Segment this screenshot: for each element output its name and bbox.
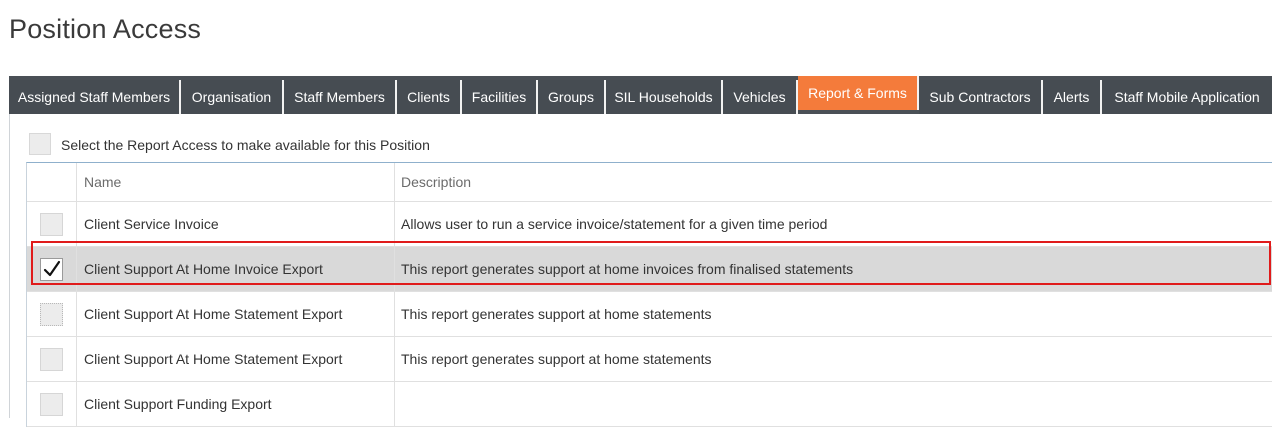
row-description: Allows user to run a service invoice/sta… bbox=[401, 216, 828, 232]
row-checkbox-cell bbox=[27, 337, 77, 381]
row-name: Client Support At Home Statement Export bbox=[77, 337, 395, 381]
row-name: Client Support Funding Export bbox=[77, 382, 395, 426]
tab-bar: Assigned Staff Members Organisation Staf… bbox=[9, 76, 1272, 114]
check-icon bbox=[43, 260, 60, 277]
table-row-selected[interactable]: Client Support At Home Invoice Export Th… bbox=[27, 247, 1272, 292]
tab-organisation[interactable]: Organisation bbox=[181, 80, 284, 114]
row-checkbox-cell bbox=[27, 202, 77, 246]
row-checkbox[interactable] bbox=[40, 212, 63, 236]
row-description: This report generates support at home st… bbox=[401, 351, 712, 367]
page-title: Position Access bbox=[9, 14, 202, 44]
tab-facilities[interactable]: Facilities bbox=[462, 80, 538, 114]
row-checkbox-cell bbox=[27, 247, 77, 291]
tab-alerts[interactable]: Alerts bbox=[1043, 80, 1102, 114]
row-checkbox[interactable] bbox=[40, 392, 63, 416]
row-description bbox=[395, 382, 1272, 426]
row-checkbox-focused[interactable] bbox=[40, 302, 63, 326]
row-checkbox[interactable] bbox=[40, 347, 63, 371]
tab-sil-households[interactable]: SIL Households bbox=[606, 80, 723, 114]
tab-sub-contractors[interactable]: Sub Contractors bbox=[919, 80, 1043, 114]
grid-header-row: Name Description bbox=[27, 163, 1272, 202]
row-name: Client Service Invoice bbox=[77, 202, 395, 246]
column-header-description[interactable]: Description bbox=[395, 163, 1272, 201]
select-all-label: Select the Report Access to make availab… bbox=[61, 137, 430, 153]
table-row[interactable]: Client Support At Home Statement Export … bbox=[27, 337, 1272, 382]
tab-groups[interactable]: Groups bbox=[538, 80, 606, 114]
tab-clients[interactable]: Clients bbox=[397, 80, 462, 114]
row-checkbox-cell bbox=[27, 292, 77, 336]
row-description: This report generates support at home st… bbox=[401, 306, 712, 322]
tab-staff-mobile-application[interactable]: Staff Mobile Application bbox=[1102, 80, 1272, 114]
row-checkbox-cell bbox=[27, 382, 77, 426]
header-checkbox-cell bbox=[27, 163, 77, 201]
row-name: Client Support At Home Statement Export bbox=[77, 292, 395, 336]
report-grid: Name Description Client Service Invoice … bbox=[26, 162, 1272, 427]
tab-vehicles[interactable]: Vehicles bbox=[723, 80, 798, 114]
row-checkbox-checked[interactable] bbox=[40, 257, 63, 281]
select-all-checkbox[interactable] bbox=[29, 133, 51, 155]
tab-assigned-staff-members[interactable]: Assigned Staff Members bbox=[9, 80, 181, 114]
row-name: Client Support At Home Invoice Export bbox=[77, 247, 395, 291]
tab-report-forms[interactable]: Report & Forms bbox=[798, 76, 919, 110]
column-header-name[interactable]: Name bbox=[77, 163, 395, 201]
row-description: This report generates support at home in… bbox=[401, 261, 854, 277]
table-row[interactable]: Client Support At Home Statement Export … bbox=[27, 292, 1272, 337]
table-row[interactable]: Client Support Funding Export bbox=[27, 382, 1272, 427]
tab-staff-members[interactable]: Staff Members bbox=[284, 80, 397, 114]
table-row[interactable]: Client Service Invoice Allows user to ru… bbox=[27, 202, 1272, 247]
